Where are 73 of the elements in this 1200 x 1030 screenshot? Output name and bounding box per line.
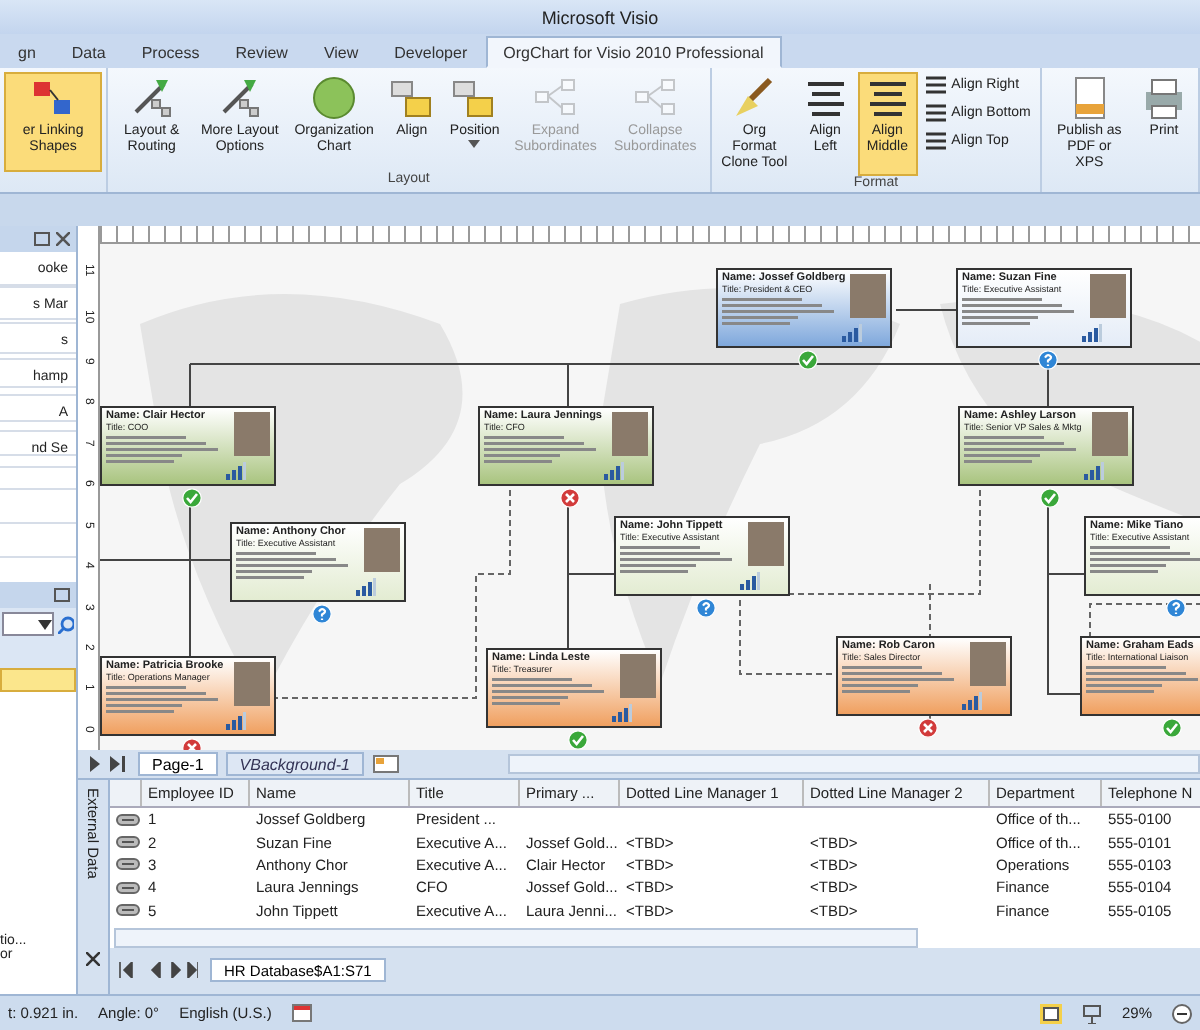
presentation-icon[interactable] [1081, 1003, 1102, 1023]
align-lines-icon [925, 132, 946, 150]
photo-placeholder [1092, 412, 1128, 456]
close-icon[interactable] [56, 232, 70, 246]
detail-lines-drawing [106, 682, 218, 718]
shapes-icon [450, 76, 499, 120]
page-navigation-icon[interactable] [86, 756, 130, 772]
horizontal-scrollbar[interactable] [114, 927, 918, 948]
sphere-icon [310, 76, 359, 120]
ribbon-tab[interactable]: OrgChart for Visio 2010 Professional [485, 36, 782, 68]
detail-lines-drawing [106, 432, 218, 468]
photo-placeholder [234, 662, 270, 706]
link-icon [116, 858, 140, 871]
signal-bars-icon [1084, 462, 1104, 480]
ribbon-tab[interactable]: Process [123, 36, 218, 68]
search-icon[interactable] [57, 615, 74, 633]
zoom-out-icon[interactable] [1172, 1003, 1192, 1023]
shapes-icon [387, 76, 436, 120]
signal-bars-icon [740, 572, 760, 590]
close-icon[interactable] [86, 952, 100, 966]
photo-placeholder [850, 274, 886, 318]
photo-placeholder [1090, 274, 1126, 318]
detail-lines-drawing [492, 674, 604, 710]
ribbon-tab[interactable]: View [305, 36, 377, 68]
shapes-icon [631, 76, 680, 120]
page-tab[interactable]: VBackground-1 [225, 752, 364, 776]
photo-placeholder [612, 412, 648, 456]
detail-lines-drawing [1090, 542, 1200, 578]
dotted-connector-line [1089, 603, 1200, 639]
shapes-icon [531, 76, 580, 120]
detail-lines-drawing [964, 432, 1076, 468]
page-view-icon[interactable] [1039, 1003, 1062, 1023]
signal-bars-icon [962, 692, 982, 710]
detail-lines-drawing [842, 662, 954, 698]
signal-bars-icon [356, 578, 376, 596]
signal-bars-icon [604, 462, 624, 480]
dropdown-field[interactable] [2, 612, 54, 636]
window-title: Microsoft Visio [541, 7, 659, 27]
photo-placeholder [364, 528, 400, 572]
align-lines-icon [925, 76, 946, 94]
connector-line [895, 309, 957, 311]
ribbon-tab[interactable]: Developer [376, 36, 486, 68]
ribbon-tab[interactable]: gn [0, 36, 54, 68]
horizontal-scrollbar[interactable] [507, 754, 1200, 774]
record-icon[interactable] [291, 1004, 312, 1022]
signal-bars-icon [226, 712, 246, 730]
link-icon [116, 881, 140, 894]
sheet-navigation-icon[interactable] [118, 962, 198, 979]
link-icon [116, 904, 140, 917]
link-icon [116, 836, 140, 849]
ribbon-tab[interactable]: Data [53, 36, 124, 68]
window-icon[interactable] [34, 232, 50, 246]
photo-placeholder [234, 412, 270, 456]
signal-bars-icon [612, 704, 632, 722]
detail-lines-drawing [722, 294, 834, 330]
ribbon-tab[interactable]: Review [217, 36, 306, 68]
detail-lines-drawing [484, 432, 596, 468]
align-lines-icon [925, 104, 946, 122]
insert-page-icon[interactable] [371, 754, 400, 774]
signal-bars-icon [226, 462, 246, 480]
photo-placeholder [620, 654, 656, 698]
photo-placeholder [748, 522, 784, 566]
detail-lines-drawing [236, 548, 348, 584]
detail-lines-drawing [620, 542, 732, 578]
caret-icon [37, 619, 52, 629]
detail-lines-drawing [1086, 662, 1198, 698]
detail-lines-drawing [962, 294, 1074, 330]
photo-placeholder [970, 642, 1006, 686]
signal-bars-icon [1082, 324, 1102, 342]
page-tab[interactable]: Page-1 [138, 752, 218, 776]
window-icon[interactable] [54, 588, 70, 602]
link-icon [116, 813, 140, 826]
signal-bars-icon [842, 324, 862, 342]
